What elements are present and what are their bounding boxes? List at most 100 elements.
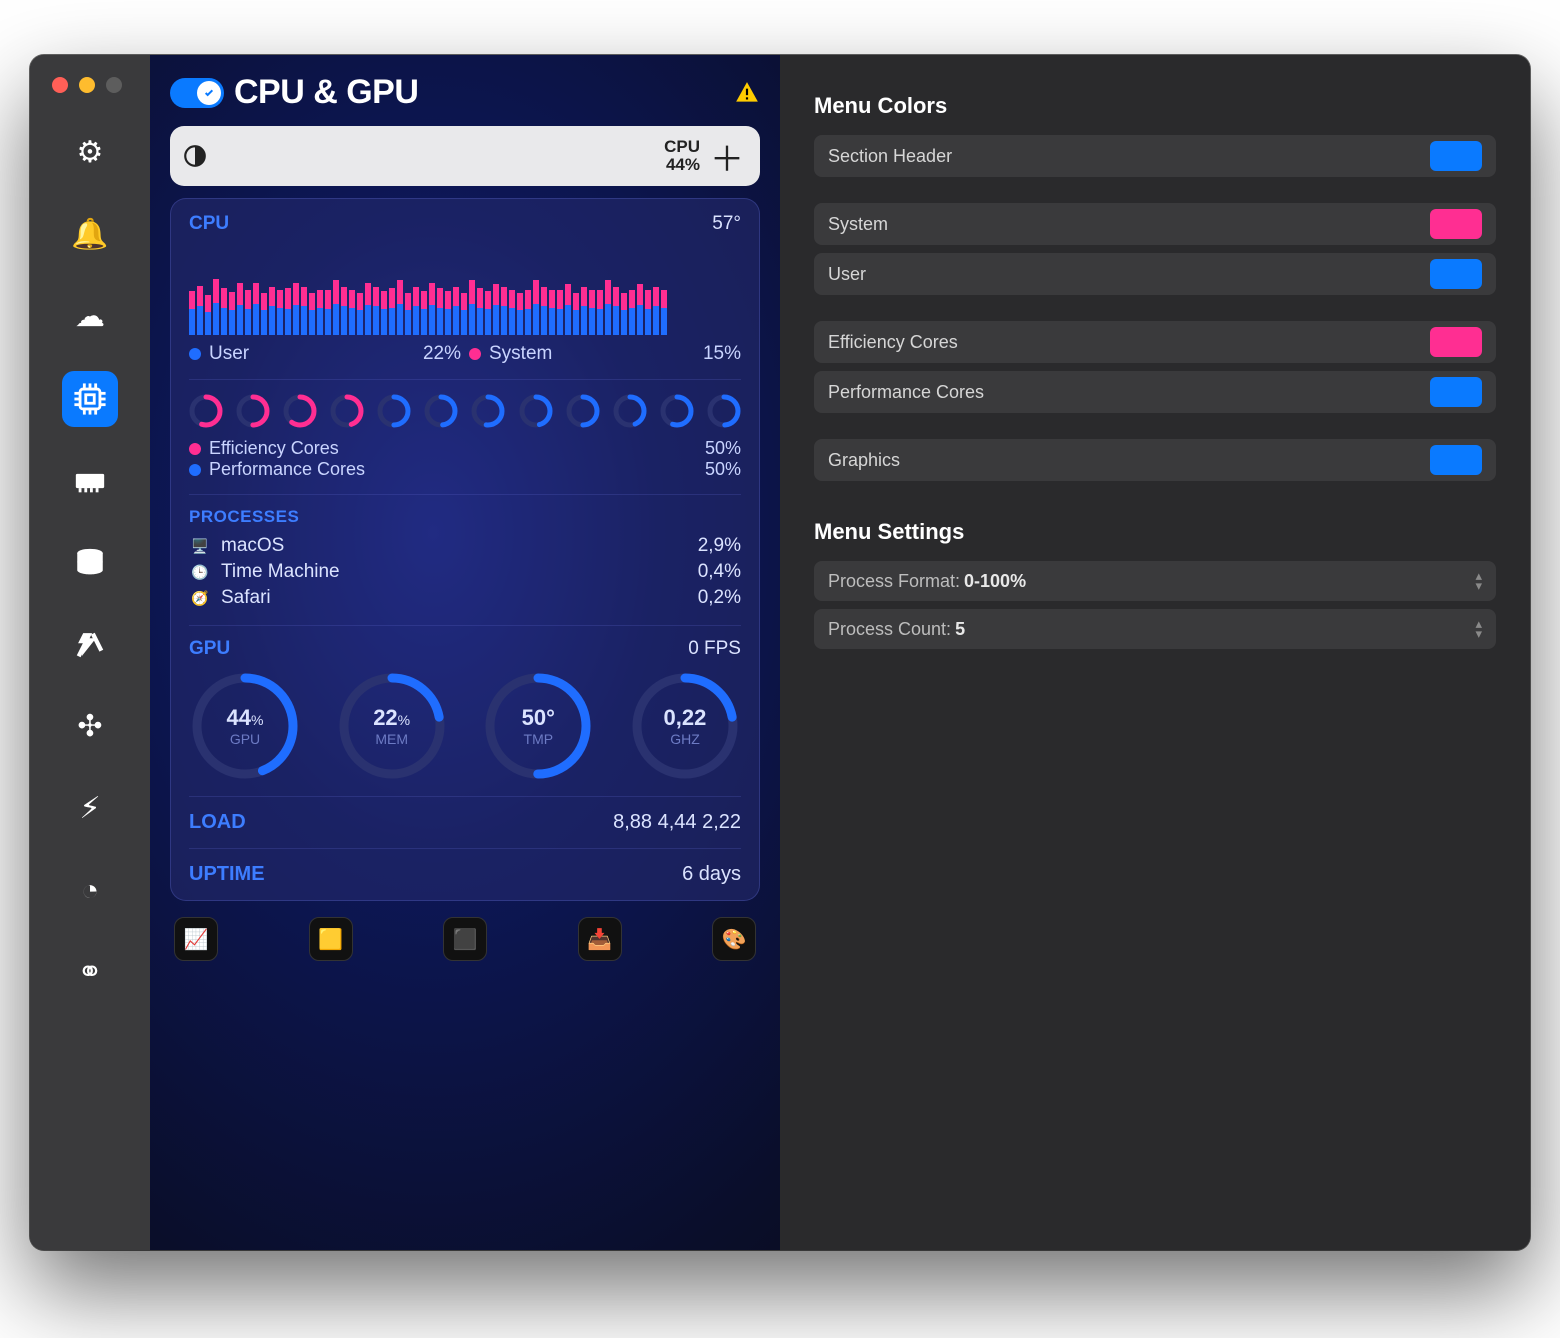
color-row[interactable]: Efficiency Cores: [814, 321, 1496, 363]
sidebar-item-weather[interactable]: ☁︎: [62, 289, 118, 345]
network-icon: [73, 628, 107, 662]
color-row-label: User: [828, 264, 866, 285]
process-list: 🖥️ macOS 2,9% 🕒 Time Machine 0,4% 🧭 Safa…: [189, 533, 741, 611]
color-row-label: Section Header: [828, 146, 952, 167]
linked-circles-icon: ⚭: [73, 956, 107, 990]
color-row-label: Graphics: [828, 450, 900, 471]
sidebar-item-combined[interactable]: ⚭: [62, 945, 118, 1001]
legend-user-value: 22%: [423, 343, 461, 365]
close-window-button[interactable]: [52, 77, 68, 93]
process-app-icon: 🖥️: [189, 535, 211, 557]
app-shortcut[interactable]: 📥: [578, 917, 622, 961]
color-swatch[interactable]: [1430, 327, 1482, 357]
legend-dot-system: [469, 348, 481, 360]
check-icon: [201, 85, 217, 101]
clock-icon: ◔: [73, 874, 107, 908]
menubar-preview[interactable]: CPU 44% ＋: [170, 126, 760, 186]
legend-system-value: 15%: [703, 343, 741, 365]
main-panel: CPU & GPU CPU 44% ＋ CPU 57° User22% Syst…: [150, 55, 780, 1250]
page-title: CPU & GPU: [234, 73, 418, 112]
sidebar-item-disk[interactable]: [62, 535, 118, 591]
color-row[interactable]: Section Header: [814, 135, 1496, 177]
color-swatch[interactable]: [1430, 377, 1482, 407]
perf-cores-value: 50%: [705, 459, 741, 480]
bell-icon: 🔔: [73, 218, 107, 252]
perf-cores-label: Performance Cores: [209, 459, 365, 480]
sidebar-item-settings[interactable]: ⚙︎: [62, 125, 118, 181]
process-cpu-value: 2,9%: [698, 535, 741, 557]
core-donut: [236, 394, 270, 428]
warning-icon[interactable]: [734, 80, 760, 106]
gear-icon: ⚙︎: [73, 136, 107, 170]
color-row-label: System: [828, 214, 888, 235]
color-swatch[interactable]: [1430, 445, 1482, 475]
load-label: LOAD: [189, 811, 246, 834]
process-name: Safari: [221, 587, 271, 609]
load-value: 8,88 4,44 2,22: [613, 811, 741, 834]
app-shortcut[interactable]: 🎨: [712, 917, 756, 961]
core-donut: [566, 394, 600, 428]
menu-colors-header: Menu Colors: [814, 93, 1496, 119]
menubar-cpu-reading: CPU 44%: [664, 138, 700, 174]
process-count-label: Process Count:: [828, 619, 951, 640]
process-app-icon: 🧭: [189, 587, 211, 609]
color-swatch[interactable]: [1430, 259, 1482, 289]
cpu-section-label: CPU: [189, 213, 229, 235]
color-row-label: Performance Cores: [828, 382, 984, 403]
cpu-temperature: 57°: [712, 213, 741, 235]
color-row[interactable]: System: [814, 203, 1496, 245]
core-donut: [471, 394, 505, 428]
process-row: 🧭 Safari 0,2%: [189, 585, 741, 611]
gpu-gauge-tmp: 50°TMP: [482, 670, 594, 782]
sidebar-item-cpu-gpu[interactable]: [62, 371, 118, 427]
sidebar-item-power[interactable]: ⚡︎: [62, 781, 118, 837]
core-donut: [519, 394, 553, 428]
process-row: 🕒 Time Machine 0,4%: [189, 559, 741, 585]
process-format-value: 0-100%: [964, 571, 1026, 592]
sidebar-item-network[interactable]: [62, 617, 118, 673]
app-shortcut-rail: 📈 🟨 ⬛ 📥 🎨: [170, 917, 760, 967]
gpu-section-label: GPU: [189, 638, 230, 660]
menu-settings-header: Menu Settings: [814, 519, 1496, 545]
sidebar-item-clock[interactable]: ◔: [62, 863, 118, 919]
process-cpu-value: 0,4%: [698, 561, 741, 583]
core-donuts-row: [189, 379, 741, 428]
sidebar-item-memory[interactable]: [62, 453, 118, 509]
core-donut: [707, 394, 741, 428]
legend-dot-perf: [189, 464, 201, 476]
sidebar-item-notifications[interactable]: 🔔: [62, 207, 118, 263]
eff-cores-label: Efficiency Cores: [209, 438, 339, 459]
legend-system-label: System: [489, 343, 552, 365]
color-row[interactable]: Graphics: [814, 439, 1496, 481]
process-count-select[interactable]: Process Count: 5 ▴▾: [814, 609, 1496, 649]
color-row[interactable]: Performance Cores: [814, 371, 1496, 413]
process-format-label: Process Format:: [828, 571, 960, 592]
gpu-gauge-gpu: 44%GPU: [189, 670, 301, 782]
process-format-select[interactable]: Process Format: 0-100% ▴▾: [814, 561, 1496, 601]
cpu-history-chart: [189, 241, 741, 335]
uptime-value: 6 days: [682, 863, 741, 886]
app-shortcut[interactable]: 🟨: [309, 917, 353, 961]
core-donut: [189, 394, 223, 428]
process-name: Time Machine: [221, 561, 340, 583]
gpu-fps: 0 FPS: [688, 638, 741, 660]
app-shortcut[interactable]: ⬛: [443, 917, 487, 961]
minimize-window-button[interactable]: [79, 77, 95, 93]
color-swatch[interactable]: [1430, 209, 1482, 239]
gpu-gauges-row: 44%GPU 22%MEM 50°TMP 0,22GHZ: [189, 670, 741, 782]
core-donut: [660, 394, 694, 428]
sidebar-item-fans[interactable]: ✣: [62, 699, 118, 755]
color-row-label: Efficiency Cores: [828, 332, 958, 353]
processes-header: PROCESSES: [189, 507, 741, 527]
module-enable-toggle[interactable]: [170, 78, 224, 108]
chip-icon: [73, 382, 107, 416]
color-swatch[interactable]: [1430, 141, 1482, 171]
legend-dot-user: [189, 348, 201, 360]
color-row[interactable]: User: [814, 253, 1496, 295]
add-menubar-item-button[interactable]: ＋: [706, 132, 748, 181]
zoom-window-button[interactable]: [106, 77, 122, 93]
chevron-updown-icon: ▴▾: [1475, 571, 1482, 591]
fan-icon: ✣: [73, 710, 107, 744]
app-shortcut[interactable]: 📈: [174, 917, 218, 961]
gpu-gauge-mem: 22%MEM: [336, 670, 448, 782]
